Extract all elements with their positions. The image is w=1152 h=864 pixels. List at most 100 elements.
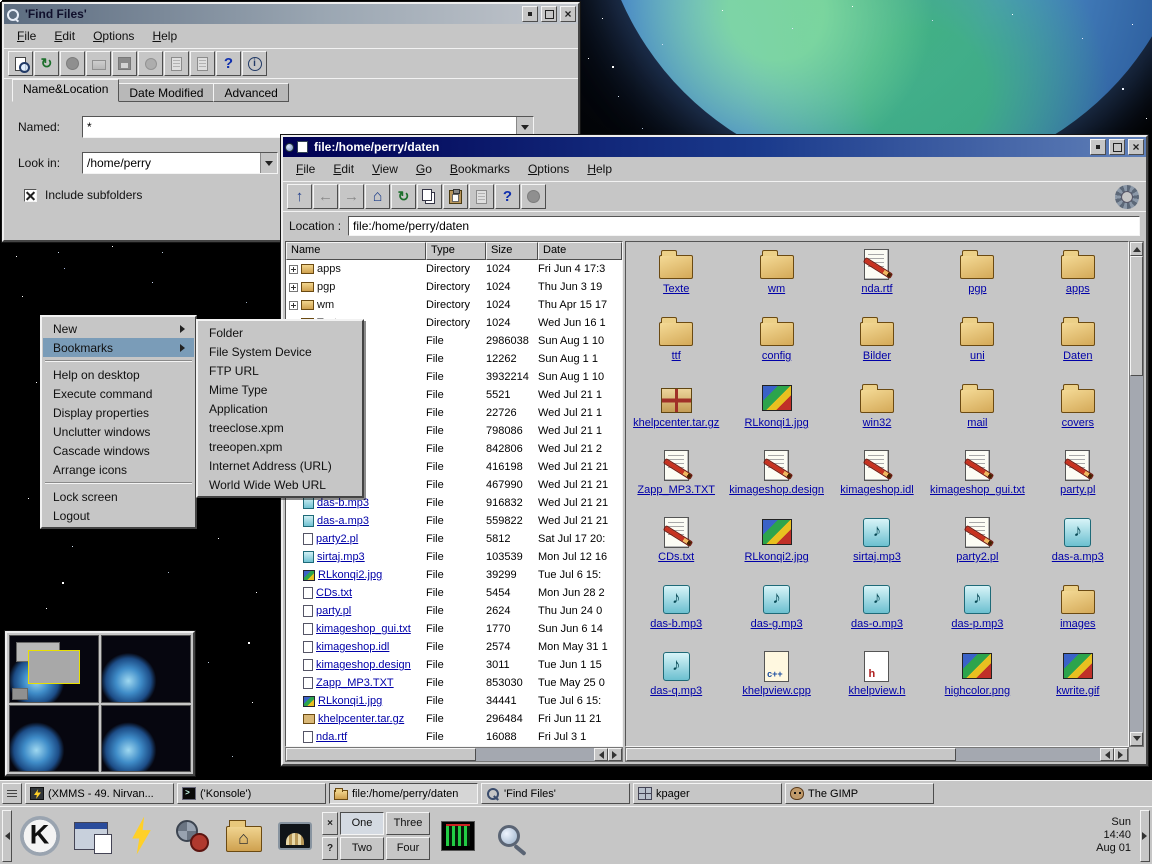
menu-item-bookmarks[interactable]: Bookmarks bbox=[441, 159, 519, 179]
file-icon-item-highcolor-png[interactable]: highcolor.png bbox=[927, 648, 1027, 715]
scroll-down-button[interactable] bbox=[1130, 732, 1143, 746]
scrollbar-track[interactable] bbox=[476, 748, 594, 761]
file-icon-item-config[interactable]: config bbox=[726, 313, 826, 380]
file-icon-item-uni[interactable]: uni bbox=[927, 313, 1027, 380]
tree-row[interactable]: sirtaj.mp3File103539Mon Jul 12 16 bbox=[286, 548, 622, 566]
tree-item-label[interactable]: RLkonqi1.jpg bbox=[318, 695, 382, 707]
tree-item-label[interactable]: sirtaj.mp3 bbox=[317, 551, 365, 563]
file-icon-item-das-a-mp3[interactable]: das-a.mp3 bbox=[1028, 514, 1128, 581]
submenu-item-treeopen-xpm[interactable]: treeopen.xpm bbox=[199, 437, 361, 456]
submenu-item-file-system-device[interactable]: File System Device bbox=[199, 342, 361, 361]
documents-launcher[interactable] bbox=[68, 812, 113, 860]
context-menu-item-unclutter-windows[interactable]: Unclutter windows bbox=[43, 422, 194, 441]
close-window-button[interactable]: × bbox=[322, 812, 338, 835]
file-icon-item-zapp-mp3-txt[interactable]: Zapp_MP3.TXT bbox=[626, 447, 726, 514]
help-button[interactable] bbox=[216, 51, 241, 76]
pager-desktop-2[interactable] bbox=[101, 635, 191, 703]
icon-view-pane[interactable]: Textewmnda.rtfpgpappsttfconfigBilderuniD… bbox=[625, 241, 1129, 747]
submenu-item-folder[interactable]: Folder bbox=[199, 323, 361, 342]
file-icon-item-rlkonqi1-jpg[interactable]: RLkonqi1.jpg bbox=[726, 380, 826, 447]
tab-date-modified[interactable]: Date Modified bbox=[118, 83, 214, 102]
tree-row[interactable]: kimageshop.designFile3011Tue Jun 1 15 bbox=[286, 656, 622, 674]
icons-horizontal-scrollbar[interactable] bbox=[625, 747, 1129, 762]
column-header-name[interactable]: Name bbox=[286, 242, 426, 260]
desktop-button-three[interactable]: Three bbox=[386, 812, 430, 835]
file-manager-titlebar[interactable]: file:/home/perry/daten × bbox=[283, 137, 1146, 157]
panel-hide-right-button[interactable] bbox=[1140, 810, 1150, 862]
tree-row[interactable]: CDs.txtFile5454Mon Jun 28 2 bbox=[286, 584, 622, 602]
find-file-button[interactable] bbox=[8, 51, 33, 76]
tree-row[interactable]: nda.rtfFile16088Fri Jul 3 1 bbox=[286, 728, 622, 746]
tree-item-label[interactable]: kimageshop.idl bbox=[316, 641, 389, 653]
tree-item-label[interactable]: apps bbox=[317, 263, 341, 275]
menu-item-edit[interactable]: Edit bbox=[324, 159, 363, 179]
file-icon-item-daten[interactable]: Daten bbox=[1028, 313, 1128, 380]
context-menu-item-arrange-icons[interactable]: Arrange icons bbox=[43, 460, 194, 479]
home-button[interactable] bbox=[365, 184, 390, 209]
find-files-titlebar[interactable]: 'Find Files' × bbox=[4, 4, 578, 24]
context-menu-item-new[interactable]: New bbox=[43, 319, 194, 338]
tree-row[interactable]: party.plFile2624Thu Jun 24 0 bbox=[286, 602, 622, 620]
file-icon-item-party2-pl[interactable]: party2.pl bbox=[927, 514, 1027, 581]
menu-item-file[interactable]: File bbox=[287, 159, 324, 179]
file-icon-item-das-o-mp3[interactable]: das-o.mp3 bbox=[827, 581, 927, 648]
file-icon-item-images[interactable]: images bbox=[1028, 581, 1128, 648]
close-button[interactable]: × bbox=[560, 6, 576, 22]
scroll-left-button[interactable] bbox=[1100, 748, 1114, 761]
file-icon-item-texte[interactable]: Texte bbox=[626, 246, 726, 313]
expand-plus-icon[interactable] bbox=[289, 283, 298, 292]
file-manager-app-icon[interactable] bbox=[297, 141, 308, 153]
find-files-app-icon[interactable] bbox=[6, 8, 19, 21]
file-icon-item-kimageshop-design[interactable]: kimageshop.design bbox=[726, 447, 826, 514]
expand-plus-icon[interactable] bbox=[289, 265, 298, 274]
tree-row[interactable]: RLkonqi2.jpgFile39299Tue Jul 6 15: bbox=[286, 566, 622, 584]
include-subfolders-checkbox[interactable] bbox=[24, 189, 37, 202]
task-button-find-files[interactable]: 'Find Files' bbox=[481, 783, 630, 804]
context-menu-item-execute-command[interactable]: Execute command bbox=[43, 384, 194, 403]
window-list-button[interactable] bbox=[2, 783, 22, 804]
submenu-item-ftp-url[interactable]: FTP URL bbox=[199, 361, 361, 380]
file-icon-item-cds-txt[interactable]: CDs.txt bbox=[626, 514, 726, 581]
paste-button[interactable] bbox=[443, 184, 468, 209]
desktop-button-two[interactable]: Two bbox=[340, 837, 384, 860]
column-header-type[interactable]: Type bbox=[426, 242, 486, 260]
location-input[interactable] bbox=[348, 216, 1140, 236]
tree-item-label[interactable]: wm bbox=[317, 299, 334, 311]
panel-hide-left-button[interactable] bbox=[2, 810, 12, 862]
context-menu-item-logout[interactable]: Logout bbox=[43, 506, 194, 525]
tree-item-label[interactable]: pgp bbox=[317, 281, 335, 293]
scroll-left-button[interactable] bbox=[594, 748, 608, 761]
tree-horizontal-scrollbar[interactable] bbox=[285, 747, 623, 762]
file-icon-item-apps[interactable]: apps bbox=[1028, 246, 1128, 313]
menu-item-edit[interactable]: Edit bbox=[45, 26, 84, 46]
expand-plus-icon[interactable] bbox=[289, 301, 298, 310]
home-launcher[interactable] bbox=[221, 812, 266, 860]
tab-advanced[interactable]: Advanced bbox=[213, 83, 288, 102]
scrollbar-track[interactable] bbox=[956, 748, 1100, 761]
task-button-konsole[interactable]: ('Konsole') bbox=[177, 783, 326, 804]
tree-item-label[interactable]: kimageshop.design bbox=[316, 659, 411, 671]
context-menu-item-lock-screen[interactable]: Lock screen bbox=[43, 487, 194, 506]
file-icon-item-bilder[interactable]: Bilder bbox=[827, 313, 927, 380]
task-button-the-gimp[interactable]: The GIMP bbox=[785, 783, 934, 804]
file-icon-item-khelpcenter-tar-gz[interactable]: khelpcenter.tar.gz bbox=[626, 380, 726, 447]
context-menu-item-bookmarks[interactable]: Bookmarks bbox=[43, 338, 194, 357]
window-help-button[interactable]: ? bbox=[322, 837, 338, 860]
minimize-button[interactable] bbox=[522, 6, 538, 22]
file-icon-item-das-q-mp3[interactable]: das-q.mp3 bbox=[626, 648, 726, 715]
scroll-right-button[interactable] bbox=[1114, 748, 1128, 761]
task-button-kpager[interactable]: kpager bbox=[633, 783, 782, 804]
chevron-down-icon[interactable] bbox=[516, 117, 533, 137]
file-icon-item-khelpview-h[interactable]: khelpview.h bbox=[827, 648, 927, 715]
tree-item-label[interactable]: CDs.txt bbox=[316, 587, 352, 599]
close-button[interactable]: × bbox=[1128, 139, 1144, 155]
menu-item-options[interactable]: Options bbox=[84, 26, 143, 46]
tree-row[interactable]: wmDirectory1024Thu Apr 15 17 bbox=[286, 296, 622, 314]
konsole-launcher[interactable] bbox=[272, 812, 317, 860]
up-arrow-button[interactable] bbox=[287, 184, 312, 209]
menu-item-view[interactable]: View bbox=[363, 159, 407, 179]
desktop-button-four[interactable]: Four bbox=[386, 837, 430, 860]
column-header-size[interactable]: Size bbox=[486, 242, 538, 260]
context-menu-item-display-properties[interactable]: Display properties bbox=[43, 403, 194, 422]
help-button[interactable] bbox=[495, 184, 520, 209]
